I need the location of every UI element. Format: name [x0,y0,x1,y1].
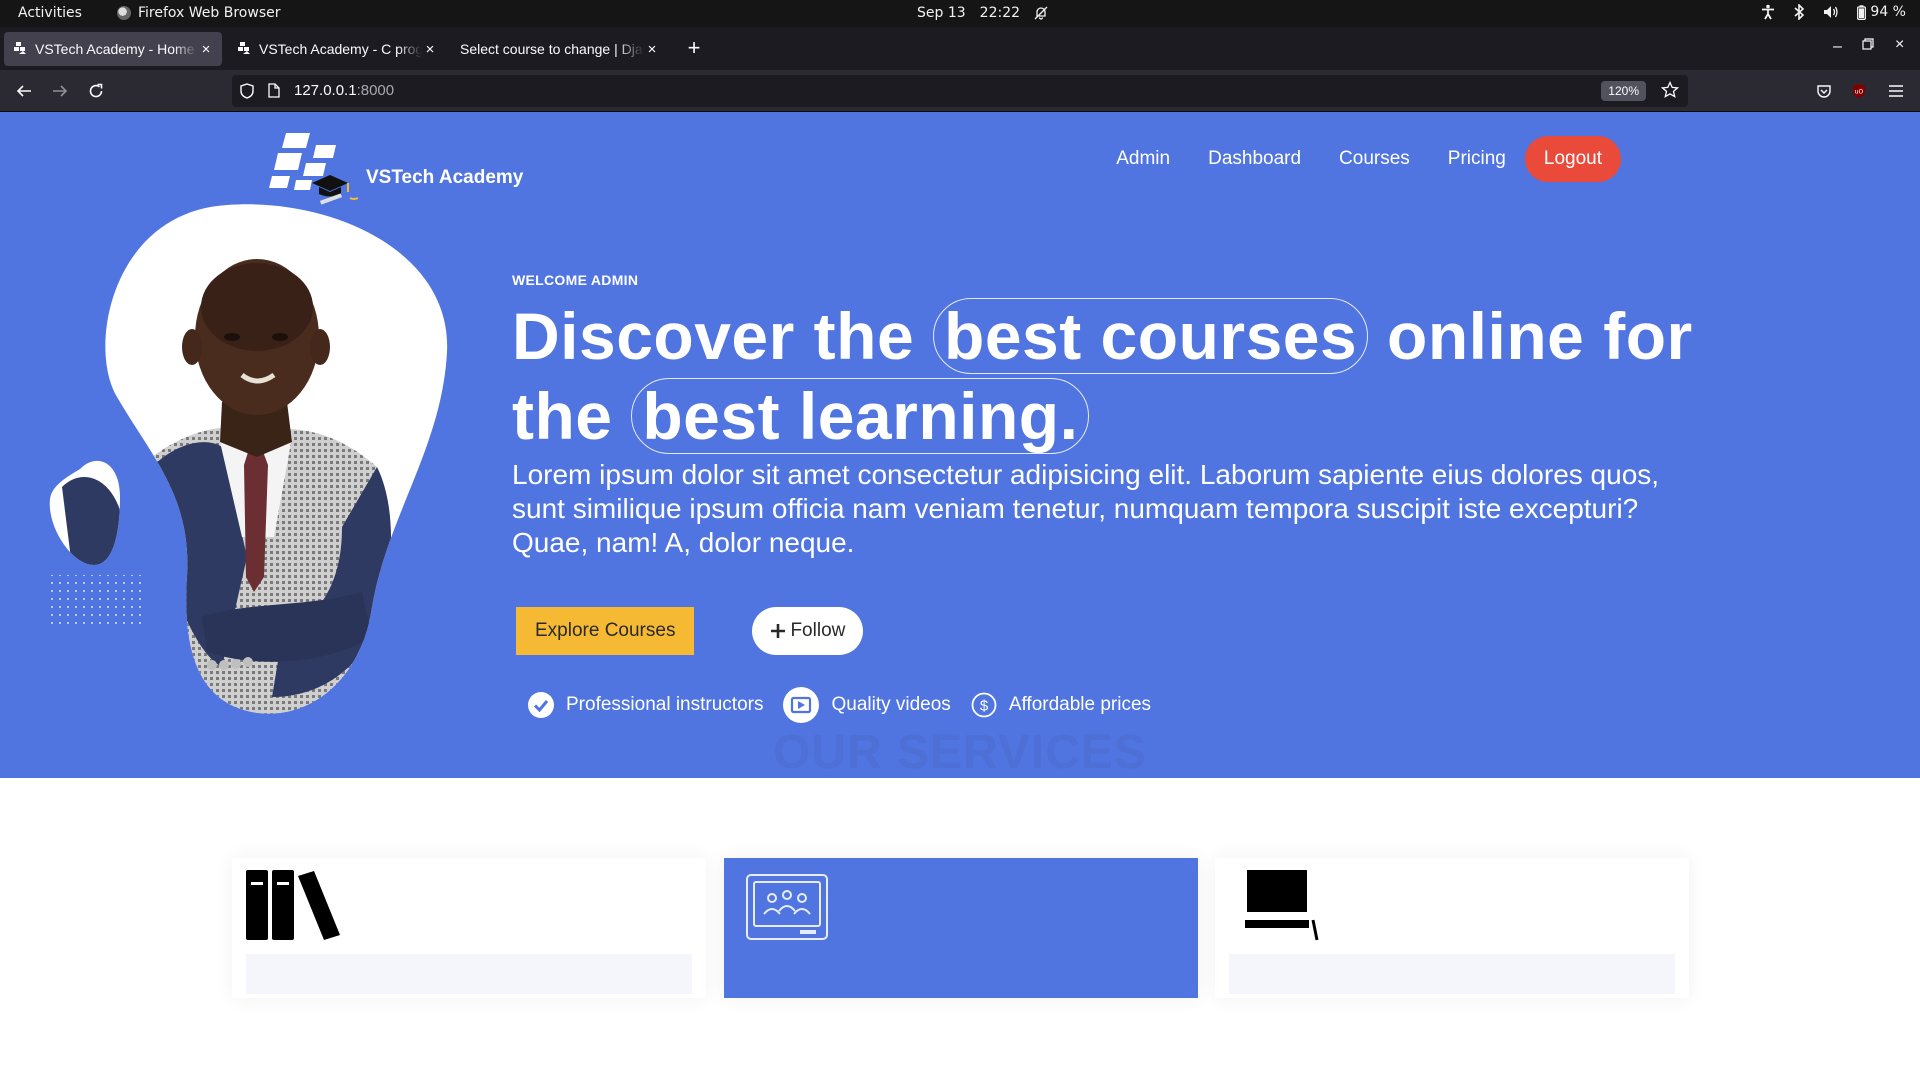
feature-label: Professional instructors [566,694,764,715]
online-class-icon [746,874,828,945]
clock[interactable]: Sep 13 22:22 [917,5,1048,21]
feature-label: Quality videos [831,694,951,715]
system-tray[interactable]: 94 % [1761,4,1906,20]
svg-text:uO: uO [1855,89,1864,96]
tab-title: VSTech Academy - Home [35,41,195,57]
brand[interactable]: VSTech Academy [268,128,523,208]
activities-button[interactable]: Activities [18,5,82,21]
service-card[interactable] [232,858,706,998]
instructor-portrait-image [42,197,462,737]
feature-item: Professional instructors [528,692,763,718]
battery-percent: 94 % [1870,4,1906,20]
dollar-circle-icon: $ [971,692,997,718]
service-card[interactable] [724,858,1198,998]
headline-part: the [512,379,613,453]
headline-part: online for [1387,299,1693,373]
nav-link-dashboard[interactable]: Dashboard [1208,148,1301,170]
follow-button[interactable]: Follow [752,607,864,655]
close-tab-icon[interactable]: × [198,41,214,58]
address-bar[interactable]: 127.0.0.1:8000 120% [232,75,1688,107]
feature-label: Affordable prices [1008,694,1152,715]
cta-row: Explore Courses Follow [516,607,864,655]
page-viewport: VSTech Academy Admin Dashboard Courses P… [0,112,1920,1080]
battery-indicator[interactable]: 94 % [1857,4,1906,20]
hamburger-menu-icon[interactable] [1884,79,1908,103]
back-icon[interactable] [12,79,36,103]
url-host: 127.0.0.1 [294,82,357,99]
tab-django-admin[interactable]: Select course to change | Django × [452,32,668,66]
feature-item: Quality videos [783,687,951,723]
bookmark-star-icon[interactable] [1660,80,1680,103]
explore-courses-button[interactable]: Explore Courses [516,607,695,655]
video-icon [783,687,820,723]
site-favicon-icon [236,41,252,57]
close-tab-icon[interactable]: × [644,41,660,58]
nav-link-courses[interactable]: Courses [1339,148,1410,170]
restore-icon[interactable] [1862,38,1874,54]
hero-headline: Discover the best courses online for the… [512,296,1712,456]
accessibility-icon[interactable] [1761,4,1775,20]
system-top-bar: Activities Firefox Web Browser Sep 13 22… [0,0,1920,27]
service-card-footer [1229,954,1675,994]
volume-icon[interactable] [1823,5,1839,19]
feature-item: $ Affordable prices [971,692,1151,718]
headline-highlight: best courses [933,298,1369,374]
close-tab-icon[interactable]: × [422,41,438,58]
app-menu-label: Firefox Web Browser [138,5,281,21]
firefox-icon [117,6,131,20]
clock-date: Sep 13 [917,5,966,21]
close-window-icon[interactable]: × [1895,37,1904,53]
browser-tab-strip: VSTech Academy - Home × VSTech Academy -… [0,27,1920,70]
service-card[interactable] [1215,858,1689,998]
logout-button[interactable]: Logout [1524,136,1621,182]
hero-section: VSTech Academy Admin Dashboard Courses P… [0,112,1920,778]
minimize-icon[interactable]: – [1833,39,1842,55]
feature-list: Professional instructors Quality videos … [528,687,1171,723]
service-card-footer [246,954,692,994]
check-circle-icon [528,692,554,718]
plus-icon [771,624,786,638]
tracking-protection-icon[interactable] [240,83,254,103]
hero-copy: WELCOME ADMIN Discover the best courses … [512,272,1712,560]
reload-icon[interactable] [84,79,108,103]
tab-home[interactable]: VSTech Academy - Home × [4,32,222,66]
academy-logo-icon [268,128,359,208]
tab-c-programming[interactable]: VSTech Academy - C programming × [228,32,446,66]
bluetooth-icon[interactable] [1793,4,1805,20]
svg-text:$: $ [980,698,989,715]
url-port: :8000 [356,82,395,99]
site-favicon-icon [12,41,28,57]
page-info-icon[interactable] [268,83,280,102]
main-nav: Admin Dashboard Courses Pricing Logout [1078,136,1621,182]
battery-icon [1857,4,1867,20]
ublock-origin-icon[interactable]: uO [1847,79,1871,103]
books-icon [246,870,340,947]
brand-name: VSTech Academy [366,167,524,188]
clock-time: 22:22 [979,5,1021,21]
headline-part: Discover the [512,299,915,373]
nav-link-admin[interactable]: Admin [1116,148,1170,170]
pocket-icon[interactable] [1812,79,1836,103]
app-menu[interactable]: Firefox Web Browser [117,5,281,21]
services-heading: OUR SERVICES [773,726,1147,779]
follow-label: Follow [790,620,846,641]
notifications-muted-icon [1034,6,1048,20]
new-tab-button[interactable]: + [684,37,704,59]
welcome-eyebrow: WELCOME ADMIN [512,272,639,288]
tab-title: VSTech Academy - C programming [259,41,422,57]
url-text[interactable]: 127.0.0.1:8000 [294,82,394,99]
tab-title: Select course to change | Django [460,41,644,57]
forward-icon[interactable] [48,79,72,103]
hero-description: Lorem ipsum dolor sit amet consectetur a… [512,459,1660,558]
zoom-level-badge[interactable]: 120% [1601,81,1646,101]
headline-highlight: best learning. [631,378,1090,454]
desktop-computer-icon [1245,870,1321,947]
nav-link-pricing[interactable]: Pricing [1448,148,1506,170]
browser-toolbar: 127.0.0.1:8000 120% uO [0,70,1920,112]
